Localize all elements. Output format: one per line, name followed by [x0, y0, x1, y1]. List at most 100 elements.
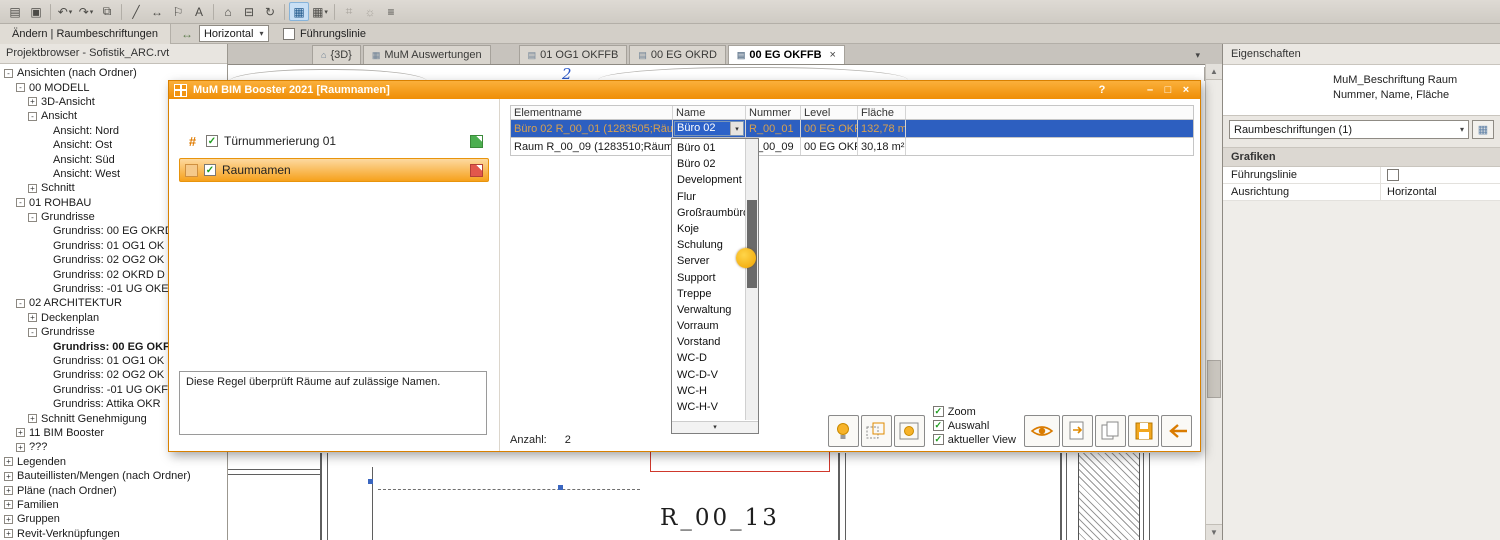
tree-item[interactable]: + Gruppen — [0, 512, 227, 526]
element-filter-select[interactable]: Raumbeschriftungen (1) ▾ — [1229, 120, 1469, 139]
default-3d-view-icon[interactable]: ⌂ — [218, 2, 238, 21]
tab-list-chevron-icon[interactable]: ▾ — [1195, 50, 1200, 61]
dropdown-item[interactable]: WC-H-V — [672, 399, 745, 415]
project-browser-title[interactable]: Projektbrowser - Sofistik_ARC.rvt — [0, 44, 227, 64]
tree-toggle-icon[interactable]: + — [28, 414, 37, 423]
thin-lines-icon[interactable]: ≡ — [381, 2, 401, 21]
room-tag-label[interactable]: R_00_13 — [660, 505, 780, 531]
tab-01-og1-okffb[interactable]: ▤ 01 OG1 OKFFB — [519, 45, 628, 64]
scroll-down-icon[interactable]: ▼ — [1206, 524, 1222, 540]
tree-toggle-icon[interactable]: + — [4, 486, 13, 495]
tree-toggle-icon[interactable]: - — [16, 198, 25, 207]
alignment-select[interactable]: Horizontal ▾ — [199, 25, 269, 42]
aktueller-view-option-checkbox[interactable]: ✓ aktueller View — [933, 433, 1016, 446]
dropdown-scrollbar[interactable] — [745, 139, 758, 420]
dropdown-item[interactable]: Vorraum — [672, 318, 745, 334]
dialog-titlebar[interactable]: MuM BIM Booster 2021 [Raumnamen] ? – □ × — [169, 81, 1200, 99]
tree-item[interactable]: + Revit-Verknüpfungen — [0, 527, 227, 540]
zoom-selection-button[interactable] — [861, 415, 892, 447]
table-row[interactable]: Büro 02 R_00_01 (1283505;Räume Büro 02 ▾… — [510, 120, 1194, 138]
redo-icon[interactable]: ↷▾ — [76, 2, 96, 21]
name-combo[interactable]: Büro 02 ▾ — [674, 121, 744, 136]
dropdown-item[interactable]: Büro 02 — [672, 156, 745, 172]
tree-toggle-icon[interactable]: + — [16, 443, 25, 452]
edit-type-button[interactable]: ▦ — [1472, 120, 1494, 139]
tab-00-eg-okffb[interactable]: ▤ 00 EG OKFFB × — [728, 45, 845, 64]
text-icon[interactable]: A — [189, 2, 209, 21]
leader-param-checkbox[interactable] — [1387, 169, 1399, 181]
tree-toggle-icon[interactable]: - — [16, 83, 25, 92]
name-dropdown-list[interactable]: Büro 01 Büro 02 Development Flur Großrau… — [671, 138, 759, 434]
section-grafiken[interactable]: Grafiken — [1223, 147, 1500, 167]
schedule-menu-icon[interactable]: ▦▾ — [310, 2, 330, 21]
tree-toggle-icon[interactable]: + — [4, 472, 13, 481]
dropdown-item[interactable]: Development — [672, 172, 745, 188]
rule-checkbox[interactable]: ✓ — [204, 164, 216, 176]
help-button[interactable]: ? — [1093, 83, 1111, 98]
reload-button[interactable] — [1062, 415, 1093, 447]
dropdown-item[interactable]: Treppe — [672, 286, 745, 302]
show-element-button[interactable] — [1024, 415, 1060, 447]
zoom-current-view-button[interactable] — [894, 415, 925, 447]
table-row[interactable]: Raum R_00_09 (1283510;Räume) R_00_09 00 … — [510, 138, 1194, 156]
back-button[interactable] — [1161, 415, 1192, 447]
type-card[interactable]: MuM_Beschriftung Raum Nummer, Name, Fläc… — [1223, 64, 1500, 116]
tree-toggle-icon[interactable]: + — [16, 428, 25, 437]
close-button[interactable]: × — [1177, 83, 1195, 98]
tree-item[interactable]: + Pläne (nach Ordner) — [0, 483, 227, 497]
auswahl-option-checkbox[interactable]: ✓ Auswahl — [933, 419, 1016, 432]
dropdown-item[interactable]: WC-D — [672, 350, 745, 366]
dropdown-item[interactable]: Großraumbüro — [672, 205, 745, 221]
modify-context-tab[interactable]: Ändern | Raumbeschriftungen — [0, 24, 171, 44]
section-icon[interactable]: ⊟ — [239, 2, 259, 21]
dropdown-item[interactable]: WC-H — [672, 383, 745, 399]
maximize-button[interactable]: □ — [1159, 83, 1177, 98]
dropdown-item[interactable]: Verwaltung — [672, 302, 745, 318]
highlight-button[interactable] — [828, 415, 859, 447]
tree-toggle-icon[interactable]: - — [28, 328, 37, 337]
tree-toggle-icon[interactable]: - — [4, 69, 13, 78]
dropdown-item[interactable]: Support — [672, 270, 745, 286]
checkbox-unchecked-icon[interactable] — [283, 28, 295, 40]
dropdown-item[interactable]: Vorstand — [672, 334, 745, 350]
close-tab-icon[interactable]: × — [830, 49, 836, 61]
dropdown-item[interactable]: Schulung — [672, 237, 745, 253]
tree-item[interactable]: + Bauteillisten/Mengen (nach Ordner) — [0, 469, 227, 483]
save-results-button[interactable] — [1128, 415, 1159, 447]
dropdown-item[interactable]: Büro 01 — [672, 140, 745, 156]
measure-icon[interactable]: ╱ — [126, 2, 146, 21]
tree-item[interactable]: + Legenden — [0, 455, 227, 469]
tree-toggle-icon[interactable]: + — [28, 97, 37, 106]
dropdown-scroll-down-icon[interactable]: ▾ — [672, 421, 758, 433]
rule-checkbox[interactable]: ✓ — [206, 135, 218, 147]
param-value[interactable]: Horizontal — [1381, 186, 1500, 198]
dropdown-item[interactable]: Flur — [672, 189, 745, 205]
copy-button[interactable] — [1095, 415, 1126, 447]
tree-item[interactable]: - Ansichten (nach Ordner) — [0, 66, 227, 80]
tree-toggle-icon[interactable]: + — [4, 500, 13, 509]
rule-tuernummerierung[interactable]: # ✓ Türnummerierung 01 — [179, 129, 489, 153]
open-folder-icon[interactable]: ▤ — [5, 2, 25, 21]
tree-toggle-icon[interactable]: - — [16, 299, 25, 308]
aligned-dimension-icon[interactable]: ↔ — [147, 2, 167, 21]
canvas-scrollbar[interactable]: ▲ ▼ — [1205, 64, 1222, 540]
scroll-up-icon[interactable]: ▲ — [1206, 64, 1222, 80]
tree-toggle-icon[interactable]: - — [28, 112, 37, 121]
undo-icon[interactable]: ↶▾ — [55, 2, 75, 21]
dropdown-item[interactable]: WC-D-V — [672, 367, 745, 383]
tree-toggle-icon[interactable]: + — [28, 313, 37, 322]
dropdown-scroll-thumb[interactable] — [747, 200, 757, 288]
tab-mum-auswertungen[interactable]: ▦ MuM Auswertungen — [363, 45, 491, 64]
tree-toggle-icon[interactable]: - — [28, 213, 37, 222]
sync-icon[interactable]: ↻ — [260, 2, 280, 21]
tree-toggle-icon[interactable]: + — [28, 184, 37, 193]
dropdown-item[interactable]: Koje — [672, 221, 745, 237]
minimize-button[interactable]: – — [1141, 83, 1159, 98]
tree-item[interactable]: + Familien — [0, 498, 227, 512]
zoom-option-checkbox[interactable]: ✓ Zoom — [933, 405, 1016, 418]
render-icon[interactable]: ☼ — [360, 2, 380, 21]
visibility-icon[interactable]: ⌗ — [339, 2, 359, 21]
dropdown-item[interactable]: Server — [672, 253, 745, 269]
scrollbar-thumb[interactable] — [1207, 360, 1221, 398]
save-icon[interactable]: ▣ — [26, 2, 46, 21]
